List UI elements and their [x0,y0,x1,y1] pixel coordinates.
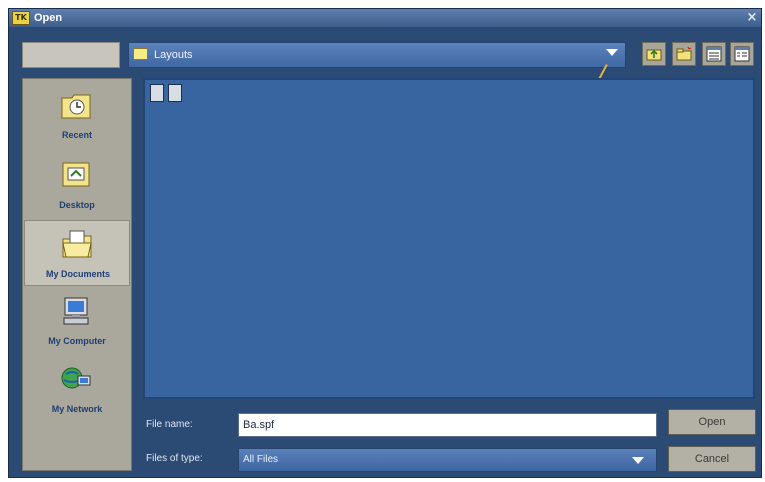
place-label: Recent [61,130,92,140]
close-icon[interactable]: × [744,9,760,26]
file-item-icon[interactable] [168,84,182,102]
file-type-combobox[interactable] [238,448,657,472]
list-view-icon [706,46,722,62]
list-view-button[interactable] [702,42,726,66]
place-recent[interactable]: Recent [24,82,130,148]
my-documents-icon [62,230,92,258]
place-label: My Network [51,404,103,414]
my-network-icon [61,367,91,389]
app-logo-icon: TK [12,11,30,25]
place-my-computer[interactable]: My Computer [24,288,130,354]
file-type-label: Files of type: [146,453,203,464]
look-in-label [22,42,120,68]
open-button[interactable]: Open [668,409,756,435]
file-item-icon[interactable] [150,84,164,102]
place-label: My Documents [45,269,110,279]
chevron-down-icon[interactable] [632,457,644,464]
details-view-button[interactable] [730,42,754,66]
file-type-value: All Files [243,454,279,465]
up-folder-button[interactable] [642,42,666,66]
recent-icon [61,94,91,119]
cancel-button[interactable]: Cancel [668,446,756,472]
place-label: Desktop [59,200,95,210]
folder-icon [133,48,148,60]
place-my-network[interactable]: My Network [24,356,130,422]
desktop-icon [62,162,90,187]
current-folder-text: Layouts [154,49,193,61]
new-folder-button[interactable] [672,42,696,66]
place-label: My Computer [48,336,106,346]
title-bar[interactable] [9,9,761,27]
dialog-title: Open [34,12,63,24]
file-name-input[interactable] [238,413,657,437]
new-folder-icon [676,46,692,61]
up-folder-icon [646,49,662,61]
file-list[interactable] [143,78,755,399]
details-view-icon [734,46,750,62]
place-my-documents[interactable]: My Documents [24,220,130,286]
my-computer-icon [63,297,89,325]
look-in-combobox[interactable] [128,42,626,68]
chevron-down-icon[interactable] [606,49,618,56]
file-name-label: File name: [146,419,193,430]
place-desktop[interactable]: Desktop [24,152,130,218]
